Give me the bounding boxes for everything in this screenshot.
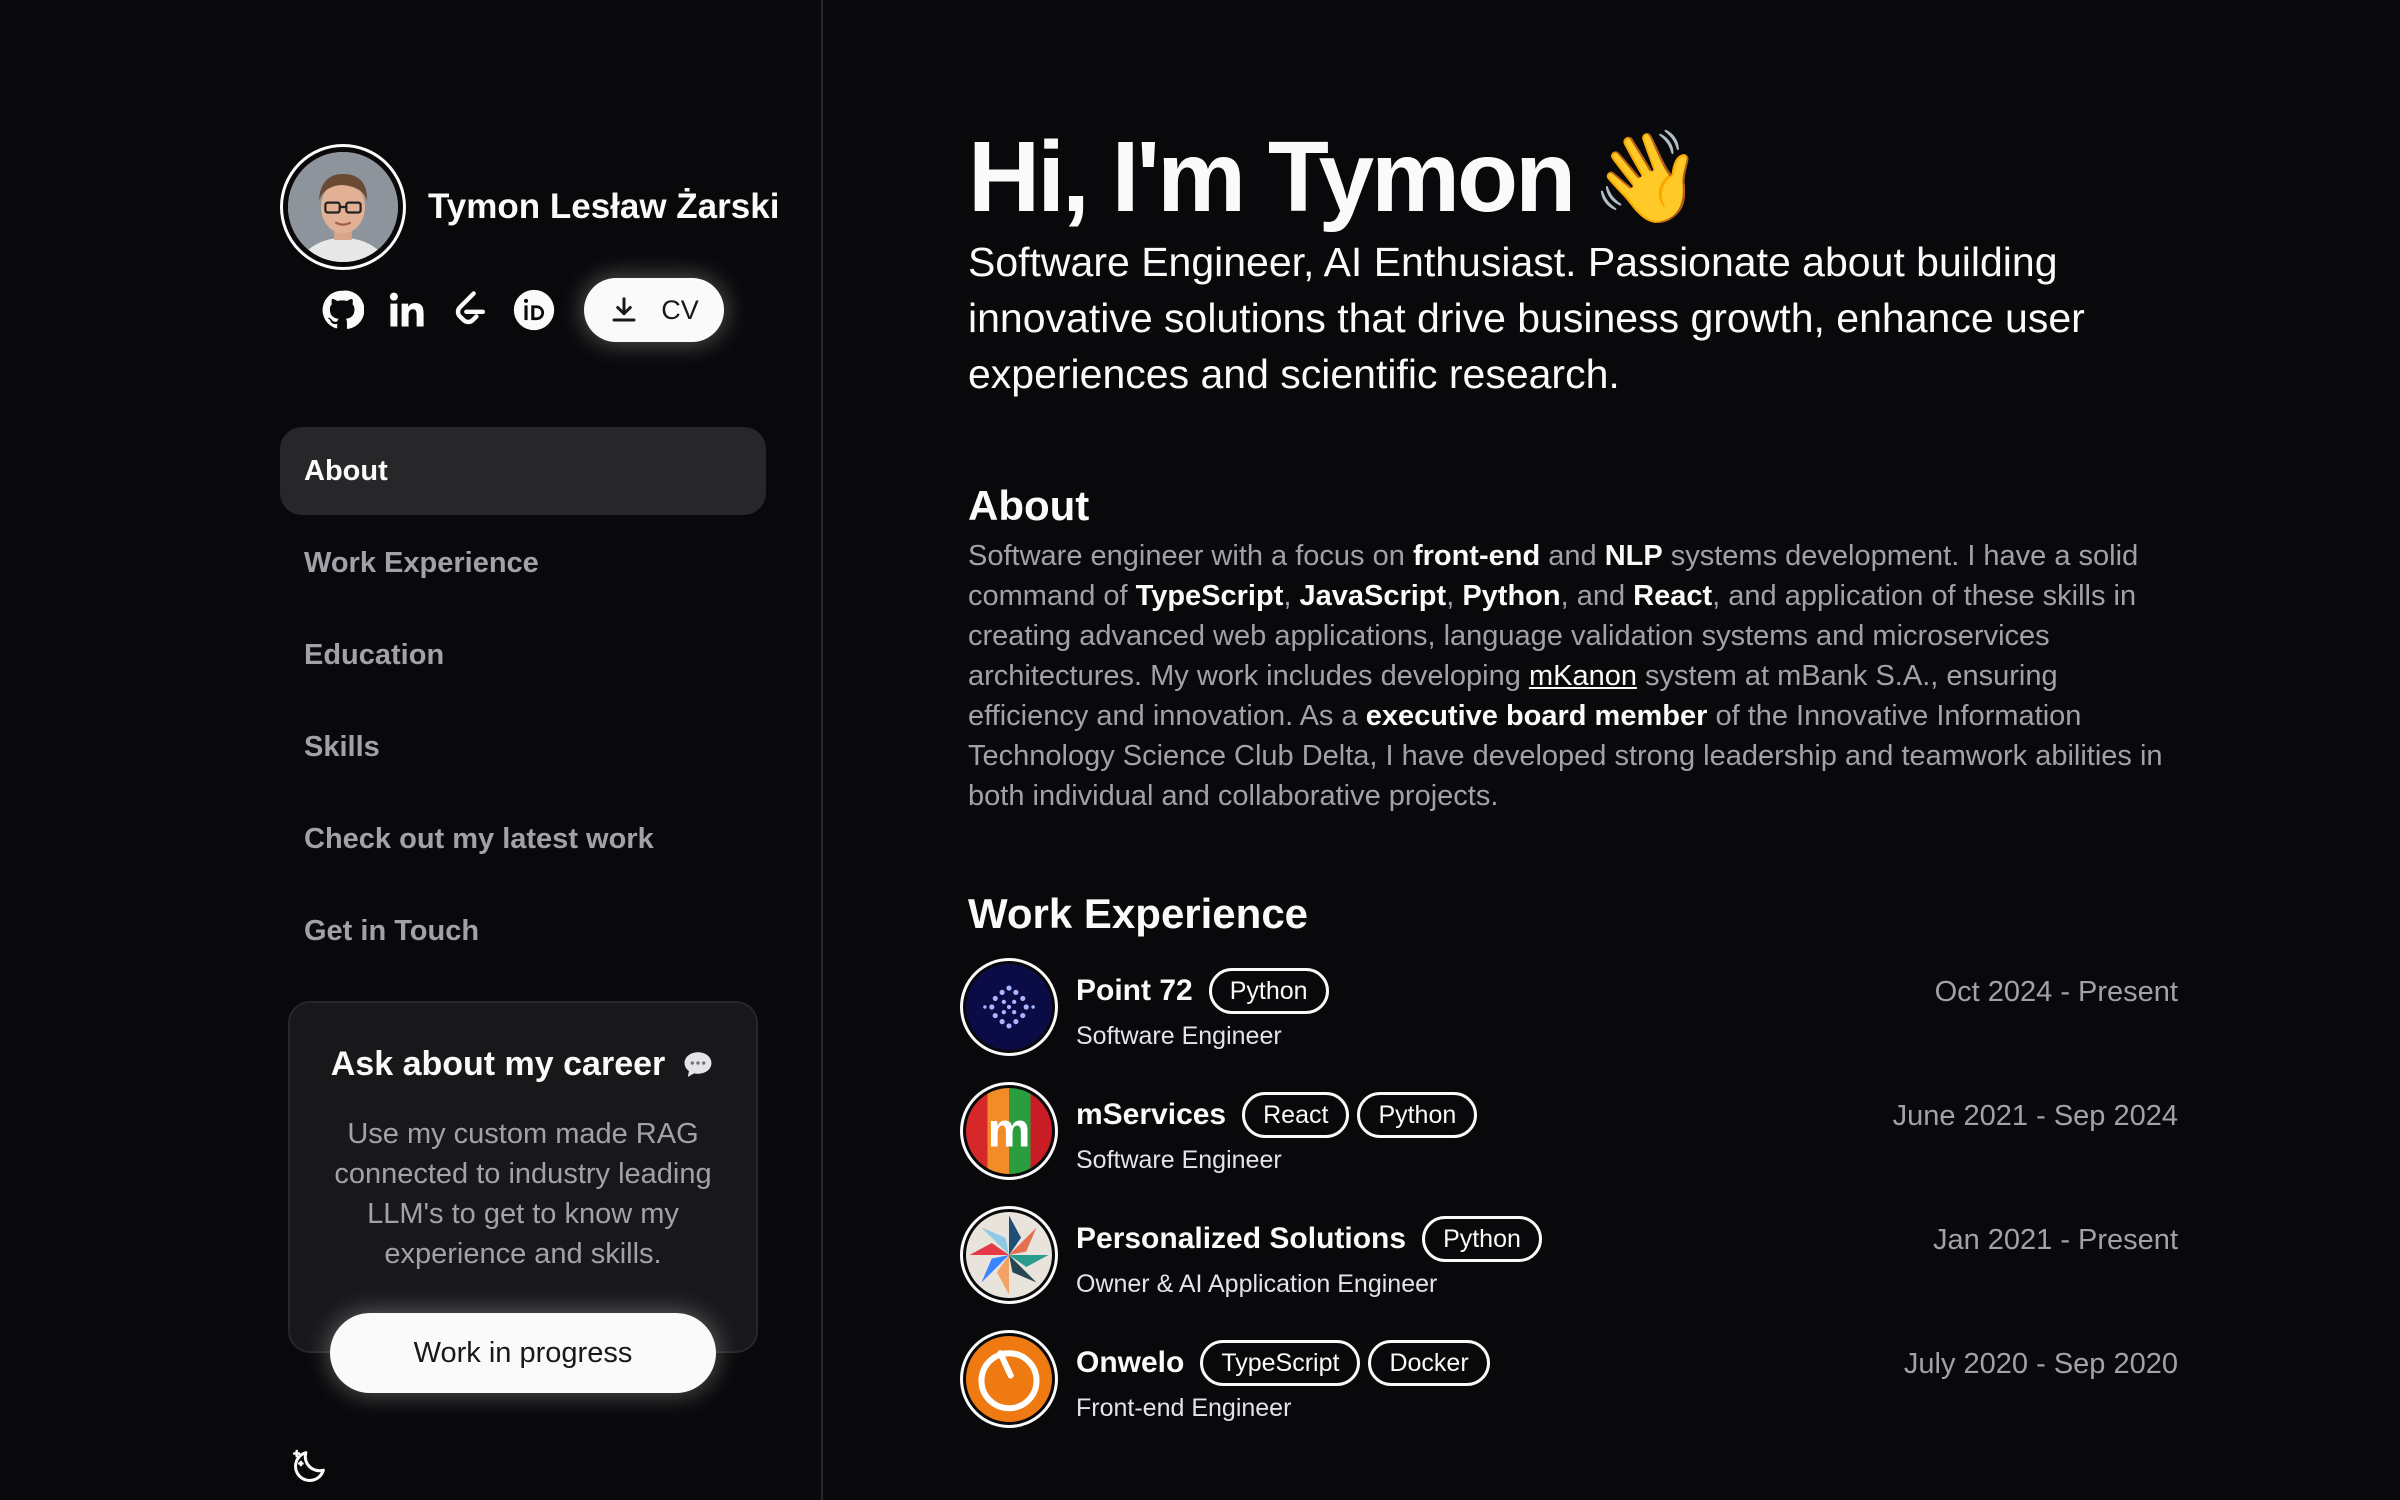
about-heading: About (968, 482, 1090, 529)
nav-item-about[interactable]: About (280, 427, 766, 515)
hero-title: Hi, I'm Tymon 👋 (968, 120, 1703, 235)
career-card-title-text: Ask about my career (330, 1045, 666, 1083)
tech-tag: TypeScript (1200, 1340, 1361, 1386)
job-item-onwelo[interactable]: Onwelo TypeScript Docker Front-end Engin… (960, 1330, 2178, 1454)
about-text-segment: Software engineer with a focus on (968, 540, 1413, 572)
profile-photo (288, 152, 398, 262)
nav-item-education[interactable]: Education (280, 611, 766, 699)
career-card-title: Ask about my career (290, 1045, 756, 1084)
tech-tag: Python (1357, 1092, 1478, 1138)
job-item-personalized-solutions[interactable]: Personalized Solutions Python Owner & AI… (960, 1206, 2178, 1330)
theme-toggle-moon-icon[interactable] (290, 1446, 330, 1486)
hero-subtitle: Software Engineer, AI Enthusiast. Passio… (968, 239, 2085, 397)
social-links: CV (318, 278, 724, 342)
about-emphasis: JavaScript (1299, 580, 1447, 612)
nav-item-work-experience[interactable]: Work Experience (280, 519, 766, 607)
job-role: Owner & AI Application Engineer (1076, 1270, 1438, 1298)
about-emphasis: executive board member (1365, 700, 1708, 732)
about-emphasis: NLP (1604, 540, 1663, 572)
job-company: Onwelo (1076, 1346, 1185, 1379)
job-date: July 2020 - Sep 2020 (1903, 1348, 2178, 1380)
download-cv-button[interactable]: CV (584, 278, 724, 342)
work-experience-heading: Work Experience (968, 890, 1309, 937)
mservices-logo: m (960, 1082, 1058, 1180)
about-emphasis: Python (1462, 580, 1561, 612)
job-role: Software Engineer (1076, 1022, 1282, 1050)
hero-title-text: Hi, I'm Tymon (968, 121, 1576, 233)
point72-logo (960, 958, 1058, 1056)
job-role: Front-end Engineer (1076, 1394, 1292, 1422)
tech-tag: Python (1208, 968, 1329, 1014)
profile-header: Tymon Lesław Żarski (280, 144, 779, 270)
tech-tag: Python (1422, 1216, 1542, 1262)
work-experience-list: Point 72 Python Software Engineer Oct 20… (960, 958, 2178, 1454)
mkanon-link[interactable]: mKanon (1529, 660, 1637, 692)
job-company: Personalized Solutions (1076, 1222, 1407, 1255)
job-company: Point 72 (1076, 974, 1193, 1007)
job-date: Jan 2021 - Present (1932, 1224, 2178, 1256)
career-card-description: Use my custom made RAG connected to indu… (334, 1118, 712, 1270)
job-date: June 2021 - Sep 2024 (1892, 1100, 2178, 1132)
tech-tag: React (1242, 1092, 1350, 1138)
about-text-segment: , (1446, 580, 1463, 612)
download-icon (612, 297, 636, 322)
about-text-segment: and (1540, 540, 1605, 572)
personalized-solutions-logo (960, 1206, 1058, 1304)
section-nav: About Work Experience Education Skills C… (280, 427, 766, 979)
nav-item-get-in-touch[interactable]: Get in Touch (280, 887, 766, 975)
job-item-mservices[interactable]: m mServices React Python Software Engine… (960, 1082, 2178, 1206)
nav-item-skills[interactable]: Skills (280, 703, 766, 791)
about-emphasis: React (1633, 580, 1713, 612)
about-emphasis: front-end (1412, 540, 1541, 572)
orcid-icon[interactable] (510, 286, 558, 334)
job-item-point72[interactable]: Point 72 Python Software Engineer Oct 20… (960, 958, 2178, 1082)
about-text: Software engineer with a focus on front-… (968, 536, 2178, 816)
tech-tag: Docker (1368, 1340, 1490, 1386)
nav-item-latest-work[interactable]: Check out my latest work (280, 795, 766, 883)
sidebar: Tymon Lesław Żarski CV About Work Experi… (0, 0, 823, 1500)
work-in-progress-button[interactable]: Work in progress (330, 1313, 716, 1393)
leetcode-icon[interactable] (446, 286, 494, 334)
waving-hand-icon: 👋 (1591, 128, 1703, 228)
profile-name: Tymon Lesław Żarski (428, 187, 780, 226)
job-date: Oct 2024 - Present (1934, 976, 2178, 1008)
linkedin-icon[interactable] (382, 286, 430, 334)
job-company: mServices (1076, 1098, 1227, 1131)
about-text-segment: , (1283, 580, 1300, 612)
onwelo-logo (960, 1330, 1058, 1428)
avatar (280, 144, 406, 270)
about-text-segment: , and (1560, 580, 1634, 612)
github-icon[interactable] (318, 286, 366, 334)
about-emphasis: TypeScript (1135, 580, 1284, 612)
job-role: Software Engineer (1076, 1146, 1282, 1174)
speech-bubble-icon (684, 1051, 712, 1077)
career-assistant-card: Ask about my career Use my custom made R… (288, 1001, 758, 1353)
svg-text:m: m (988, 1103, 1031, 1157)
cv-label: CV (661, 294, 699, 325)
